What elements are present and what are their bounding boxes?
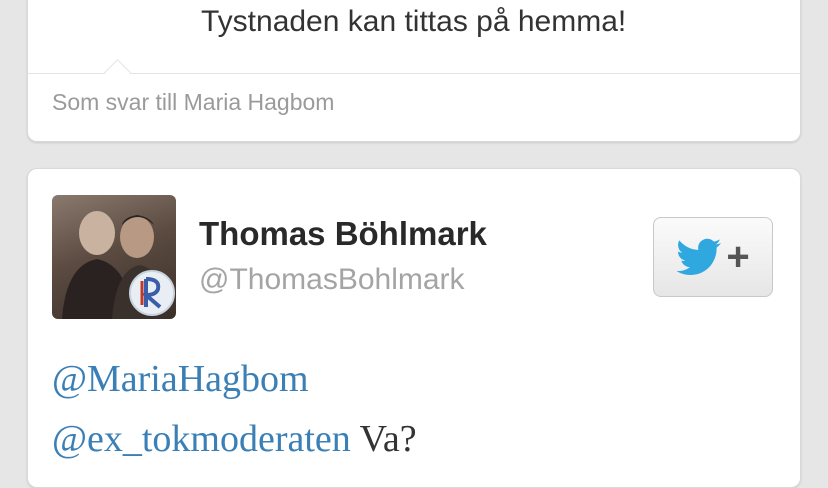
tweet-card: Thomas Böhlmark @ThomasBohlmark + @Maria… <box>27 168 801 488</box>
avatar-photo <box>62 211 175 319</box>
avatar[interactable] <box>52 195 176 319</box>
follow-button[interactable]: + <box>653 217 773 297</box>
divider-notch <box>104 59 131 86</box>
tweet-body-line-2: @ex_tokmoderaten Va? <box>52 417 417 461</box>
mention-link[interactable]: @ex_tokmoderaten <box>52 418 351 460</box>
author-handle[interactable]: @ThomasBohlmark <box>199 263 465 297</box>
twitter-bird-icon <box>676 238 722 276</box>
plus-icon: + <box>726 235 750 279</box>
author-display-name[interactable]: Thomas Böhlmark <box>199 215 487 253</box>
previous-tweet-text: Tystnaden kan tittas på hemma! <box>201 5 627 38</box>
mention-link[interactable]: @MariaHagbom <box>52 358 309 400</box>
tweet-body-line-1: @MariaHagbom <box>52 357 309 401</box>
previous-tweet-card: Tystnaden kan tittas på hemma! Som svar … <box>27 0 801 142</box>
reply-context-link[interactable]: Som svar till Maria Hagbom <box>52 89 334 116</box>
tweet-text: Va? <box>350 418 417 460</box>
divider <box>28 73 800 74</box>
